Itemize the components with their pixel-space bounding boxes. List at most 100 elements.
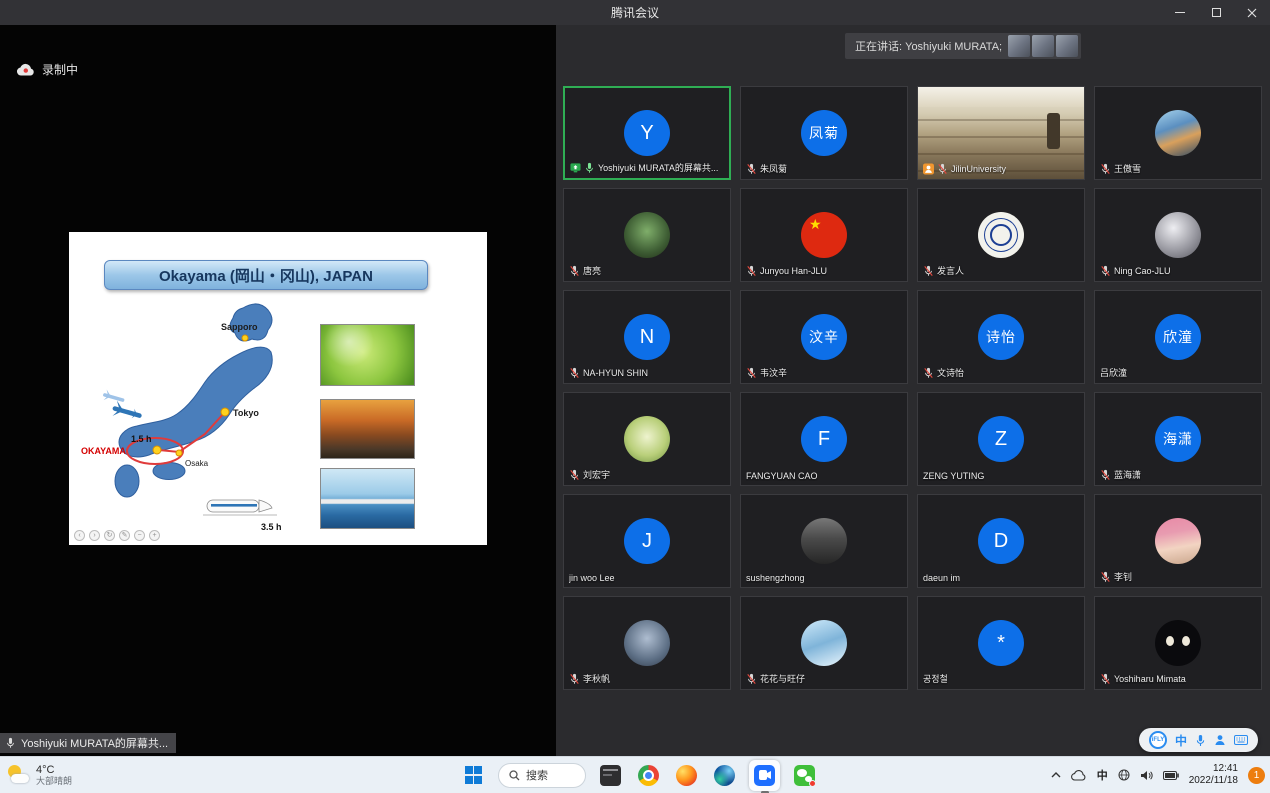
participant-tile[interactable]: * 공정철 (917, 596, 1085, 690)
window-controls (1162, 0, 1270, 25)
participant-tile[interactable]: 李秋帆 (563, 596, 731, 690)
maximize-button[interactable] (1198, 0, 1234, 25)
participant-tile[interactable]: sushengzhong (740, 494, 908, 588)
participant-tile[interactable]: 汶辛韦汶辛 (740, 290, 908, 384)
participant-name-row: 공정철 (923, 672, 948, 685)
battery-icon[interactable] (1163, 771, 1179, 780)
participant-tile[interactable]: JilinUniversity (917, 86, 1085, 180)
mic-muted-icon (1100, 469, 1111, 481)
ime-keyboard-icon[interactable] (1234, 735, 1248, 745)
participant-name: NA-HYUN SHIN (583, 368, 648, 378)
close-button[interactable] (1234, 0, 1270, 25)
participant-tile[interactable]: 唐亮 (563, 188, 731, 282)
app-icon-firefox[interactable] (673, 762, 700, 789)
avatar-photo-tree (624, 212, 670, 258)
participant-tile[interactable]: 欣潼吕欣潼 (1094, 290, 1262, 384)
mic-on-icon (584, 162, 595, 174)
participant-tile[interactable]: NNA-HYUN SHIN (563, 290, 731, 384)
recording-indicator[interactable]: 录制中 (16, 61, 78, 78)
speaking-avatars (1008, 35, 1078, 57)
windows-logo-icon (465, 766, 483, 784)
avatar-initials: 汶辛 (801, 314, 847, 360)
taskbar-search[interactable]: 搜索 (498, 763, 586, 788)
participant-name-row: jin woo Lee (569, 573, 615, 583)
participant-tile[interactable]: 花花与旺仔 (740, 596, 908, 690)
ime-input-mode[interactable]: 中 (1175, 732, 1187, 749)
mic-muted-icon (1100, 163, 1111, 175)
app-icon-wechat[interactable] (791, 762, 818, 789)
start-button[interactable] (460, 762, 487, 789)
app-icon-file-explorer[interactable] (597, 762, 624, 789)
tray-cloud-icon[interactable] (1071, 770, 1087, 781)
tray-date: 2022/11/18 (1189, 775, 1238, 788)
participant-tile[interactable]: 发言人 (917, 188, 1085, 282)
taskbar: 4°C 大部晴朗 搜索 (0, 756, 1270, 793)
participant-tile[interactable]: 王傲雪 (1094, 86, 1262, 180)
avatar-initials: F (801, 416, 847, 462)
participant-tile[interactable]: 李钊 (1094, 494, 1262, 588)
participants-panel: 正在讲话: Yoshiyuki MURATA; YYoshiyuki MURAT… (556, 25, 1270, 756)
screen-share-icon (570, 162, 581, 174)
avatar-photo-anime (801, 620, 847, 666)
taskbar-center: 搜索 (460, 757, 818, 793)
avatar-photo-flag: ★ (801, 212, 847, 258)
mic-muted-icon (569, 673, 580, 685)
taskbar-weather[interactable]: 4°C 大部晴朗 (6, 757, 72, 793)
screen-share-indicator[interactable]: Yoshiyuki MURATA的屏幕共... (0, 733, 176, 753)
app-icon-edge[interactable] (711, 762, 738, 789)
participant-name-row: 唐亮 (569, 264, 601, 277)
participant-name-row: 文诗怡 (923, 366, 964, 379)
mic-muted-icon (569, 367, 580, 379)
tray-time: 12:41 (1189, 763, 1238, 776)
participant-tile[interactable]: ★ Junyou Han-JLU (740, 188, 908, 282)
volume-icon[interactable] (1140, 770, 1153, 781)
ifly-logo[interactable]: iFLY (1149, 731, 1167, 749)
ime-toolbar[interactable]: iFLY 中 (1139, 728, 1258, 752)
participants-grid: YYoshiyuki MURATA的屏幕共...凤菊朱凤菊 JilinUniver… (563, 86, 1262, 690)
member-icon (923, 163, 934, 175)
participant-tile[interactable]: Yoshiharu Mimata (1094, 596, 1262, 690)
taskbar-clock[interactable]: 12:41 2022/11/18 (1189, 763, 1238, 788)
recording-label: 录制中 (42, 61, 78, 78)
participant-tile[interactable]: Jjin woo Lee (563, 494, 731, 588)
participant-name-row: daeun im (923, 573, 960, 583)
slide-control: ✎ (119, 530, 130, 541)
flag-star-icon: ★ (809, 216, 822, 233)
avatar-initials: Z (978, 416, 1024, 462)
map-label-osaka: Osaka (185, 459, 209, 468)
participant-name-row: FANGYUAN CAO (746, 471, 818, 481)
participant-tile[interactable]: ZZENG YUTING (917, 392, 1085, 486)
participant-name: JilinUniversity (951, 164, 1006, 174)
participant-tile[interactable]: Ning Cao-JLU (1094, 188, 1262, 282)
notification-badge[interactable]: 1 (1248, 767, 1265, 784)
participant-name-row: Junyou Han-JLU (746, 265, 827, 277)
participant-tile[interactable]: F FANGYUAN CAO (740, 392, 908, 486)
ime-mic-icon[interactable] (1195, 734, 1206, 747)
participant-name-row: JilinUniversity (923, 163, 1006, 175)
participant-tile[interactable]: 诗怡文诗怡 (917, 290, 1085, 384)
participant-tile[interactable]: Ddaeun im (917, 494, 1085, 588)
participant-tile[interactable]: 凤菊朱凤菊 (740, 86, 908, 180)
app-icon-tencent-meeting-active[interactable] (749, 760, 780, 791)
tray-chevron-up-icon[interactable] (1051, 771, 1061, 779)
mic-muted-icon (746, 163, 757, 175)
meeting-camera-icon (754, 765, 775, 786)
participant-name-row: 李钊 (1100, 570, 1132, 583)
avatar-photo-darkeyes (1155, 620, 1201, 666)
avatar-initials: * (978, 620, 1024, 666)
slide-title: Okayama (岡山・冈山), JAPAN (104, 260, 428, 290)
mic-muted-icon (746, 265, 757, 277)
participant-tile[interactable]: 刘宏宇 (563, 392, 731, 486)
participant-tile[interactable]: YYoshiyuki MURATA的屏幕共... (563, 86, 731, 180)
participant-name-row: Yoshiyuki MURATA的屏幕共... (570, 161, 718, 174)
search-icon (509, 770, 520, 781)
network-icon[interactable] (1118, 769, 1130, 781)
participant-name-row: 王傲雪 (1100, 162, 1141, 175)
avatar-initials: J (624, 518, 670, 564)
ime-user-icon[interactable] (1214, 734, 1226, 746)
app-icon-chrome[interactable] (635, 762, 662, 789)
minimize-button[interactable] (1162, 0, 1198, 25)
input-method-indicator[interactable]: 中 (1097, 767, 1108, 783)
participant-name: Junyou Han-JLU (760, 266, 827, 276)
participant-tile[interactable]: 海潇蓝海潇 (1094, 392, 1262, 486)
